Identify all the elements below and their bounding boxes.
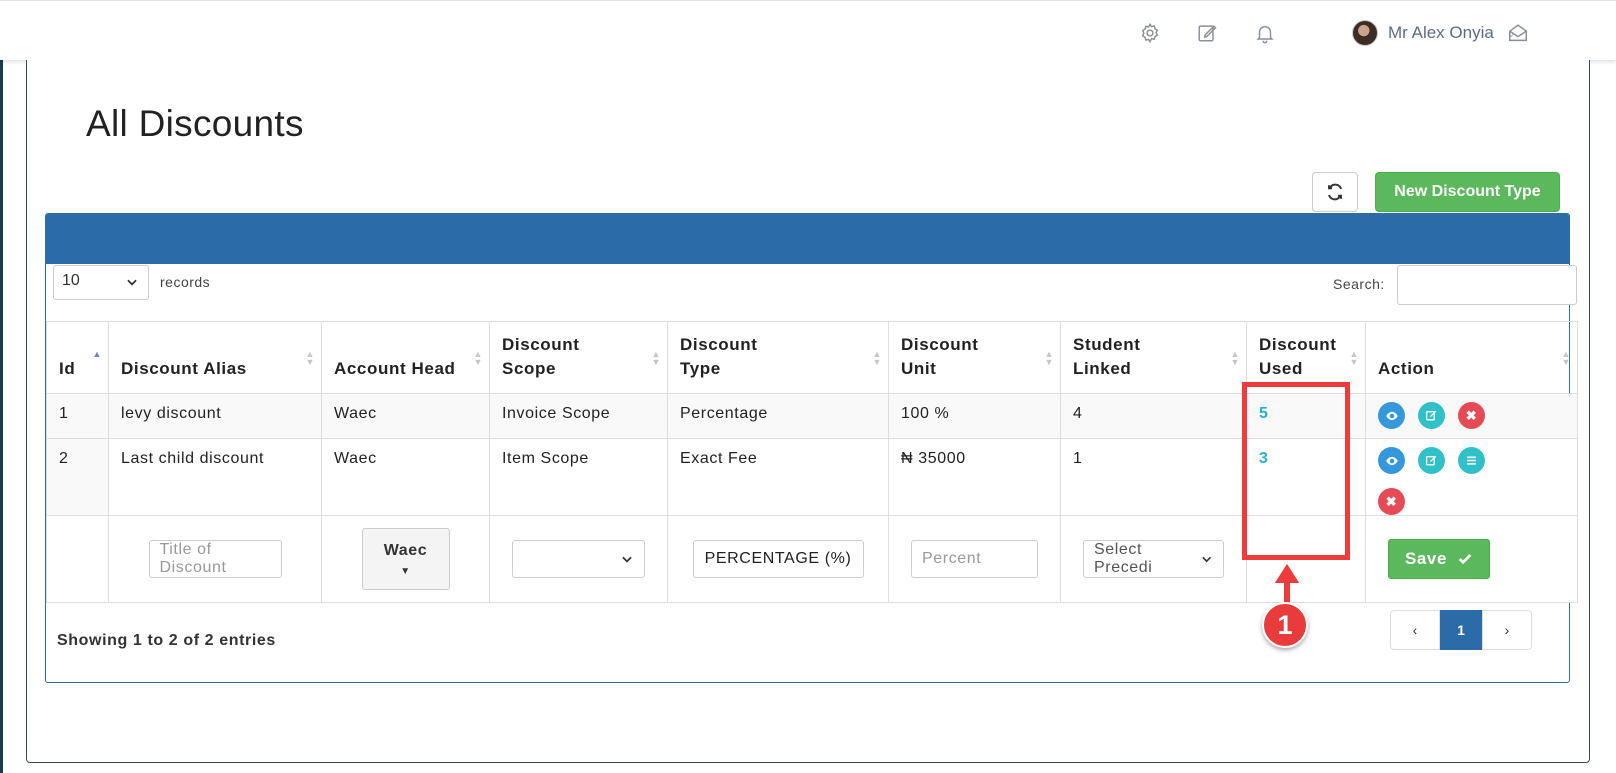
precedence-placeholder: Select Precedi	[1094, 541, 1153, 576]
sort-icon: ▲ ▼	[473, 349, 483, 367]
list-button[interactable]	[1458, 447, 1485, 474]
envelope-open-icon[interactable]	[1506, 21, 1530, 45]
account-head-dropdown[interactable]: Waec ▼	[361, 528, 450, 590]
pagination: ‹ 1 ›	[1390, 610, 1532, 650]
save-label: Save	[1404, 549, 1448, 568]
precedence-select[interactable]: Select Precedi	[1083, 540, 1224, 578]
bell-icon[interactable]	[1253, 21, 1277, 45]
annotation-callout: 1	[1262, 602, 1308, 648]
discount-title-input[interactable]: Title of Discount	[148, 540, 282, 578]
edit-button[interactable]	[1418, 402, 1445, 429]
new-discount-type-button[interactable]: New Discount Type	[1375, 172, 1560, 212]
chevron-down-icon	[1201, 556, 1211, 563]
records-label: records	[160, 274, 211, 290]
close-icon: ✖	[1465, 407, 1478, 423]
save-button[interactable]: Save	[1388, 539, 1490, 579]
search-label: Search:	[1333, 276, 1385, 292]
user-name: Mr Alex Onyia	[1388, 23, 1494, 42]
table-info: Showing 1 to 2 of 2 entries	[57, 632, 276, 649]
sort-icon: ▲ ▼	[1230, 349, 1240, 367]
cell-type: Exact Fee	[667, 438, 889, 516]
cell-actions: ✖	[1365, 438, 1578, 516]
avatar	[1352, 20, 1378, 46]
annotation-highlight-box	[1242, 382, 1350, 560]
cell-type: Percentage	[667, 393, 889, 439]
chevron-down-icon	[622, 556, 632, 563]
top-navbar: Mr Alex Onyia ⌄	[0, 0, 1616, 60]
column-header-scope[interactable]: Discount Scope ▲ ▼	[489, 321, 668, 394]
cell-linked: 1	[1060, 438, 1247, 516]
edit-icon[interactable]	[1195, 21, 1219, 45]
cell-unit: ₦ 35000	[888, 438, 1061, 516]
cell-scope: Item Scope	[489, 438, 668, 516]
left-rail	[0, 0, 3, 773]
cell-account-head: Waec	[321, 438, 490, 516]
column-header-action[interactable]: Action ▲ ▼	[1365, 321, 1578, 394]
box-header	[46, 214, 1569, 264]
column-header-id[interactable]: Id ▲	[46, 321, 109, 394]
cell-id: 1	[46, 393, 109, 439]
delete-button[interactable]: ✖	[1378, 488, 1405, 515]
page-button[interactable]: 1	[1440, 610, 1482, 650]
sort-icon: ▲ ▼	[1561, 349, 1571, 367]
cell-actions: ✖	[1365, 393, 1578, 439]
check-icon	[1458, 554, 1472, 565]
page-length-value: 10	[62, 272, 80, 289]
user-menu[interactable]: Mr Alex Onyia ⌄	[1352, 19, 1516, 47]
sort-icon: ▲ ▼	[1349, 349, 1359, 367]
list-icon	[1467, 456, 1476, 465]
edit-icon	[1425, 455, 1437, 466]
column-header-alias[interactable]: Discount Alias ▲ ▼	[108, 321, 322, 394]
discount-unit-input[interactable]: Percent	[911, 540, 1038, 578]
cell-linked: 4	[1060, 393, 1247, 439]
column-header-unit[interactable]: Discount Unit ▲ ▼	[888, 321, 1061, 394]
caret-down-icon: ▼	[400, 565, 411, 577]
edit-icon	[1425, 410, 1437, 421]
sort-icon: ▲	[92, 349, 102, 359]
discount-type-button[interactable]: PERCENTAGE (%)	[692, 540, 864, 578]
page-length-select[interactable]: 10	[53, 265, 149, 300]
edit-button[interactable]	[1418, 447, 1445, 474]
close-icon: ✖	[1385, 493, 1398, 509]
cell-account-head: Waec	[321, 393, 490, 439]
sort-icon: ▲ ▼	[872, 349, 882, 367]
cell-unit: 100 %	[888, 393, 1061, 439]
chevron-right-icon: ›	[1504, 622, 1510, 638]
page-title: All Discounts	[86, 103, 304, 144]
sort-icon: ▲ ▼	[305, 349, 315, 367]
cell-alias: Last child discount	[108, 438, 322, 516]
view-button[interactable]	[1378, 402, 1405, 429]
column-header-account-head[interactable]: Account Head ▲ ▼	[321, 321, 490, 394]
gear-icon[interactable]	[1138, 21, 1162, 45]
cell-alias: levy discount	[108, 393, 322, 439]
chevron-left-icon: ‹	[1412, 622, 1418, 638]
delete-button[interactable]: ✖	[1458, 402, 1485, 429]
discount-scope-select[interactable]	[512, 540, 645, 578]
search-input[interactable]	[1397, 265, 1577, 305]
previous-page-button[interactable]: ‹	[1390, 610, 1440, 650]
refresh-icon	[1328, 183, 1342, 201]
eye-icon	[1385, 411, 1398, 420]
account-head-value: Waec	[383, 541, 428, 559]
next-page-button[interactable]: ›	[1482, 610, 1532, 650]
cell-scope: Invoice Scope	[489, 393, 668, 439]
refresh-button[interactable]	[1312, 172, 1358, 212]
column-header-type[interactable]: Discount Type ▲ ▼	[667, 321, 889, 394]
chevron-down-icon	[127, 279, 137, 286]
column-header-linked[interactable]: Student Linked ▲ ▼	[1060, 321, 1247, 394]
view-button[interactable]	[1378, 447, 1405, 474]
sort-icon: ▲ ▼	[1044, 349, 1054, 367]
cell-id: 2	[46, 438, 109, 516]
eye-icon	[1385, 456, 1398, 465]
sort-icon: ▲ ▼	[651, 349, 661, 367]
